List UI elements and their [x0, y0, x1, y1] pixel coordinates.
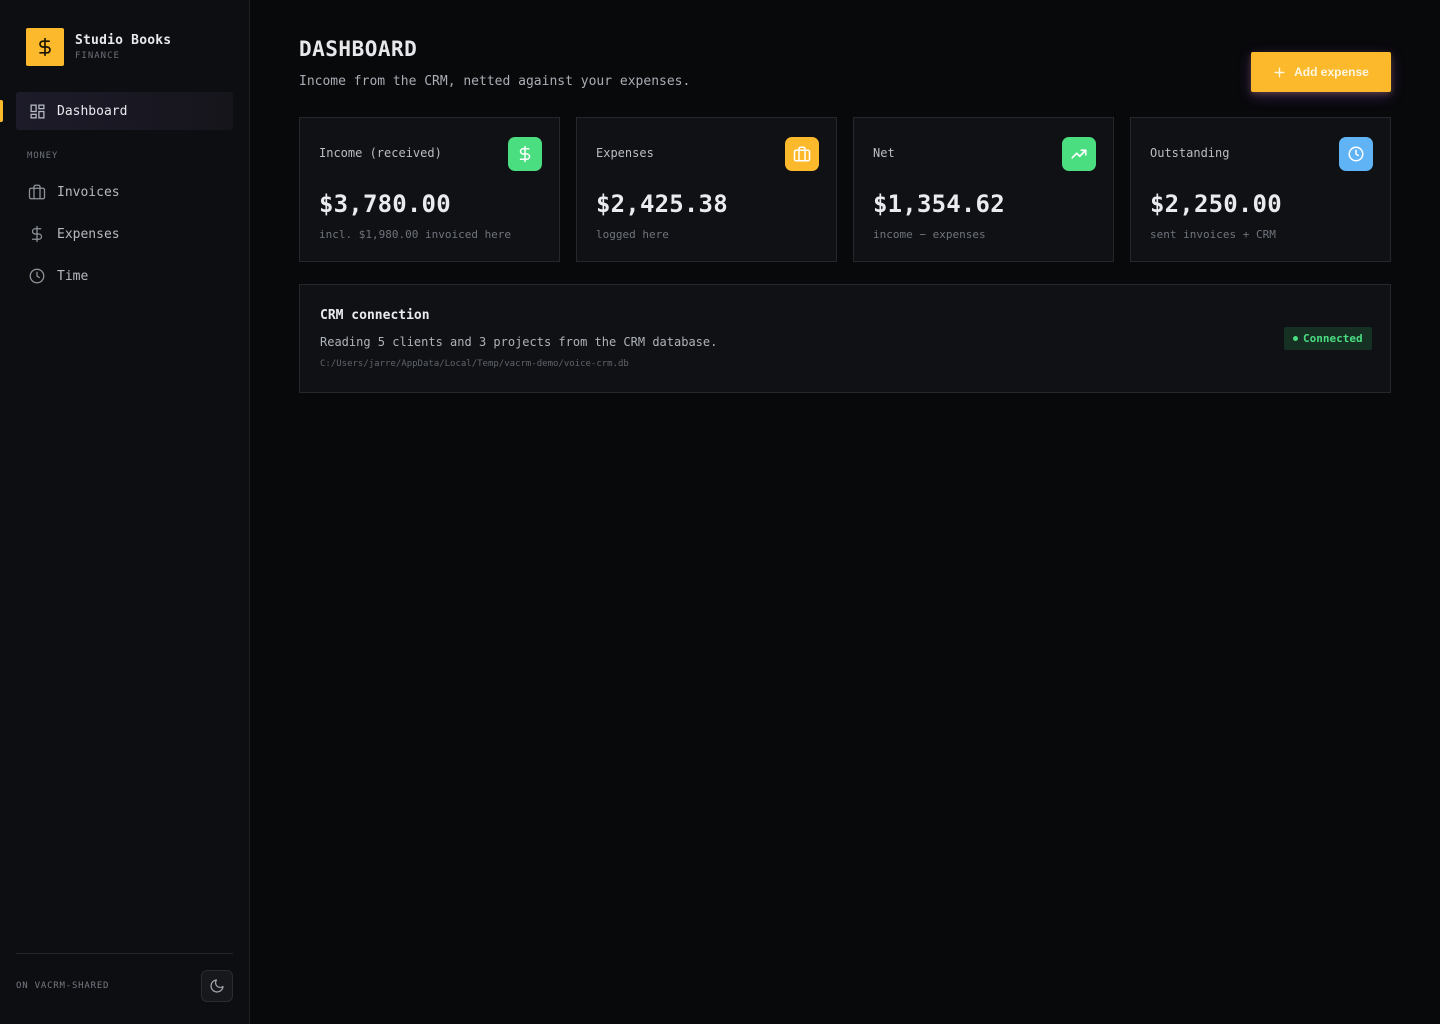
stat-note: logged here — [596, 228, 669, 241]
stat-card-outstanding: Outstanding $2,250.00 sent invoices + CR… — [1130, 117, 1391, 262]
add-expense-label: Add expense — [1294, 65, 1369, 79]
status-badge-label: Connected — [1303, 332, 1363, 345]
stat-card-expenses: Expenses $2,425.38 logged here — [576, 117, 837, 262]
stat-value: $2,425.38 — [596, 190, 728, 218]
dollar-icon — [508, 137, 542, 171]
crm-title: CRM connection — [320, 308, 430, 323]
stat-note: income − expenses — [873, 228, 986, 241]
briefcase-icon — [27, 182, 47, 202]
briefcase-icon — [785, 137, 819, 171]
clock-icon — [1339, 137, 1373, 171]
status-dot-icon — [1293, 336, 1298, 341]
dollar-icon — [27, 224, 47, 244]
sidebar-item-expenses[interactable]: Expenses — [16, 215, 233, 253]
stat-value: $1,354.62 — [873, 190, 1005, 218]
nav-section-money: MONEY — [27, 151, 59, 161]
crm-connection-card: CRM connection Reading 5 clients and 3 p… — [299, 284, 1391, 393]
active-nav-marker — [0, 100, 3, 122]
crm-db-path: C:/Users/jarre/AppData/Local/Temp/vacrm-… — [320, 359, 629, 369]
sidebar: Studio Books FINANCE Dashboard MONEY Inv… — [0, 0, 250, 1024]
stat-label: Expenses — [596, 146, 654, 160]
sidebar-item-label: Expenses — [57, 226, 120, 242]
brand-title: Studio Books — [75, 33, 172, 48]
stat-note: sent invoices + CRM — [1150, 228, 1276, 241]
page-subtitle: Income from the CRM, netted against your… — [299, 74, 691, 89]
sidebar-item-label: Dashboard — [57, 103, 128, 119]
workspace-label: ON VACRM-SHARED — [16, 981, 110, 991]
stat-card-net: Net $1,354.62 income − expenses — [853, 117, 1114, 262]
sidebar-item-label: Invoices — [57, 184, 120, 200]
page-title: DASHBOARD — [299, 37, 418, 61]
dollar-icon — [39, 37, 51, 57]
theme-toggle-button[interactable] — [201, 970, 233, 1002]
stat-label: Net — [873, 146, 895, 160]
sidebar-footer-divider — [16, 953, 233, 954]
crm-description: Reading 5 clients and 3 projects from th… — [320, 335, 718, 349]
sidebar-item-label: Time — [57, 268, 89, 284]
sidebar-item-dashboard[interactable]: Dashboard — [16, 92, 233, 130]
stat-label: Outstanding — [1150, 146, 1230, 160]
brand-subtitle: FINANCE — [75, 51, 120, 61]
trending-up-icon — [1062, 137, 1096, 171]
stat-card-income: Income (received) $3,780.00 incl. $1,980… — [299, 117, 560, 262]
plus-icon — [1273, 66, 1286, 79]
sidebar-item-time[interactable]: Time — [16, 257, 233, 295]
sidebar-item-invoices[interactable]: Invoices — [16, 173, 233, 211]
stat-label: Income (received) — [319, 146, 442, 160]
stat-value: $3,780.00 — [319, 190, 451, 218]
brand-logo — [26, 28, 64, 66]
stat-value: $2,250.00 — [1150, 190, 1282, 218]
status-badge: Connected — [1284, 327, 1372, 350]
add-expense-button[interactable]: Add expense — [1251, 52, 1391, 92]
brand[interactable]: Studio Books FINANCE — [26, 28, 171, 66]
dashboard-grid-icon — [27, 101, 47, 121]
moon-icon — [210, 979, 224, 993]
stat-note: incl. $1,980.00 invoiced here — [319, 228, 512, 241]
clock-icon — [27, 266, 47, 286]
